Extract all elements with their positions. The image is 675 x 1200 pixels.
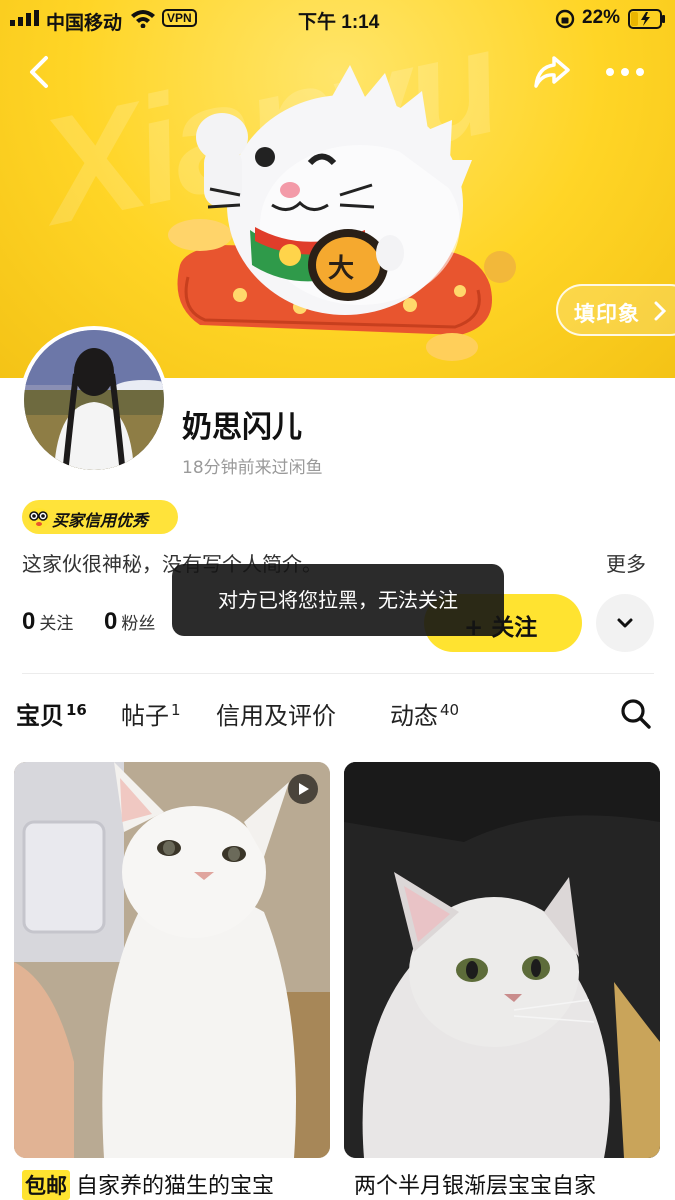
avatar[interactable] bbox=[20, 326, 168, 474]
tab-credit-reviews[interactable]: 信用及评价 bbox=[216, 696, 336, 731]
product-title-1[interactable]: 包邮 自家养的猫生的宝宝 bbox=[22, 1168, 274, 1200]
battery-percent: 22% bbox=[582, 7, 621, 28]
kitten-photo-1 bbox=[14, 762, 330, 1158]
video-play-icon bbox=[288, 774, 318, 804]
product-title-text: 自家养的猫生的宝宝 bbox=[76, 1174, 275, 1199]
signal-icon bbox=[10, 10, 39, 26]
product-card-2[interactable] bbox=[344, 762, 660, 1158]
tab-label: 帖子 bbox=[121, 702, 169, 730]
tab-label: 宝贝 bbox=[16, 702, 64, 730]
tab-posts[interactable]: 帖子 1 bbox=[121, 696, 181, 731]
product-title-2[interactable]: 两个半月银渐层宝宝自家 bbox=[354, 1168, 596, 1200]
kitten-photo-2 bbox=[344, 762, 660, 1158]
tab-items[interactable]: 宝贝 16 bbox=[16, 696, 87, 731]
following-label: 关注 bbox=[39, 614, 74, 634]
impression-label: 填印象 bbox=[574, 302, 640, 326]
free-shipping-badge: 包邮 bbox=[22, 1170, 70, 1200]
battery-icon bbox=[628, 9, 665, 29]
clock: 下午 1:14 bbox=[298, 12, 380, 33]
share-icon[interactable] bbox=[532, 54, 572, 90]
more-options-icon[interactable] bbox=[603, 54, 647, 90]
tab-activity[interactable]: 动态 40 bbox=[390, 696, 459, 731]
search-icon[interactable] bbox=[620, 698, 652, 730]
product-title-text: 两个半月银渐层宝宝自家 bbox=[354, 1174, 597, 1199]
tab-count: 16 bbox=[66, 701, 87, 719]
credit-badge-label: 买家信用优秀 bbox=[52, 511, 149, 530]
product-card-1[interactable] bbox=[14, 762, 330, 1158]
expand-button[interactable] bbox=[596, 594, 654, 652]
carrier-name: 中国移动 bbox=[46, 13, 123, 34]
last-seen-text: 18分钟前来过闲鱼 bbox=[182, 458, 323, 478]
user-name: 奶思闪儿 bbox=[182, 410, 302, 445]
divider bbox=[22, 673, 654, 674]
status-bar: 中国移动 VPN 下午 1:14 22% bbox=[0, 0, 675, 36]
fans-label: 粉丝 bbox=[121, 614, 156, 634]
chevron-right-icon bbox=[654, 301, 666, 321]
wifi-icon bbox=[131, 10, 155, 28]
mascot-illustration: 大 bbox=[168, 65, 516, 361]
tab-count: 40 bbox=[440, 701, 460, 719]
svg-text:大: 大 bbox=[328, 254, 354, 284]
more-link[interactable]: 更多 bbox=[606, 548, 646, 577]
fish-face-icon bbox=[28, 508, 50, 528]
tab-label: 动态 bbox=[390, 702, 438, 730]
vpn-badge: VPN bbox=[162, 9, 197, 27]
rotation-lock-icon bbox=[555, 9, 575, 29]
fans-stat[interactable]: 0 粉丝 bbox=[104, 608, 155, 636]
fans-count: 0 bbox=[104, 608, 118, 635]
following-stat[interactable]: 0 关注 bbox=[22, 608, 73, 636]
fill-impression-button[interactable]: 填印象 bbox=[556, 284, 675, 336]
buyer-credit-badge[interactable]: 买家信用优秀 bbox=[22, 500, 178, 534]
following-count: 0 bbox=[22, 608, 36, 635]
back-icon[interactable] bbox=[22, 52, 58, 92]
tab-label: 信用及评价 bbox=[216, 702, 336, 730]
tab-count: 1 bbox=[171, 701, 181, 719]
blocked-toast: 对方已将您拉黑，无法关注 bbox=[172, 564, 504, 636]
chevron-down-icon bbox=[617, 618, 633, 628]
